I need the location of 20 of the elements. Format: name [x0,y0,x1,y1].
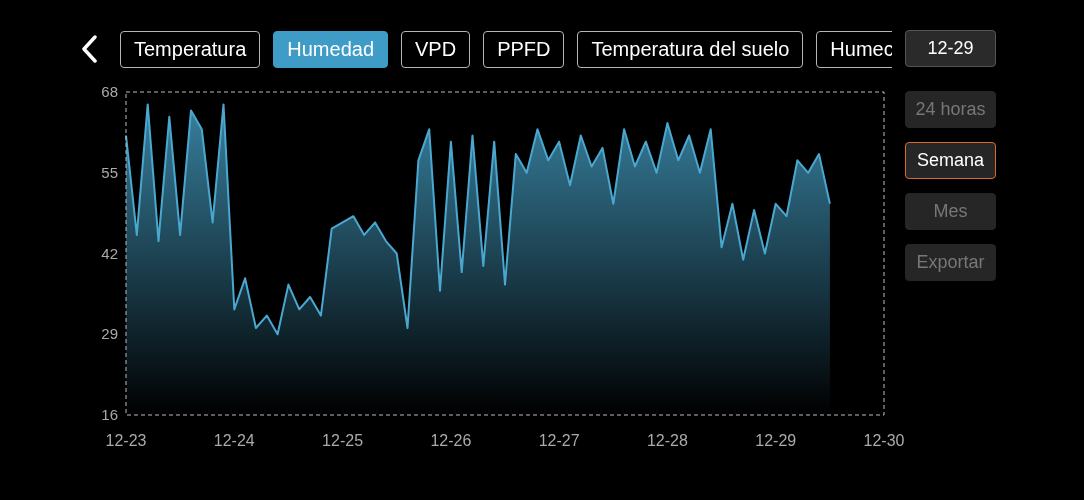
y-tick-label: 29 [101,325,118,343]
y-tick-label: 68 [101,83,118,100]
x-tick-label: 12-30 [863,432,905,449]
x-tick-label: 12-28 [646,432,688,449]
metric-tab[interactable]: Temperatura [120,30,261,68]
metric-tab[interactable]: PPFD [483,30,565,68]
y-tick-label: 42 [101,244,118,262]
x-tick-label: 12-25 [322,432,364,449]
range-button[interactable]: Semana [905,142,996,179]
metric-tab[interactable]: Temperatura del suelo [577,30,804,68]
y-tick-label: 55 [101,163,118,181]
x-tick-label: 12-29 [755,432,797,449]
chevron-left-icon [80,35,98,63]
x-tick-label: 12-26 [430,432,472,449]
date-button[interactable]: 12-29 [905,30,996,67]
y-tick-label: 16 [101,406,118,423]
x-tick-label: 12-23 [105,432,147,449]
x-tick-label: 12-24 [213,432,255,449]
x-tick-label: 12-27 [538,432,580,449]
metric-tab[interactable]: VPD [401,30,471,68]
